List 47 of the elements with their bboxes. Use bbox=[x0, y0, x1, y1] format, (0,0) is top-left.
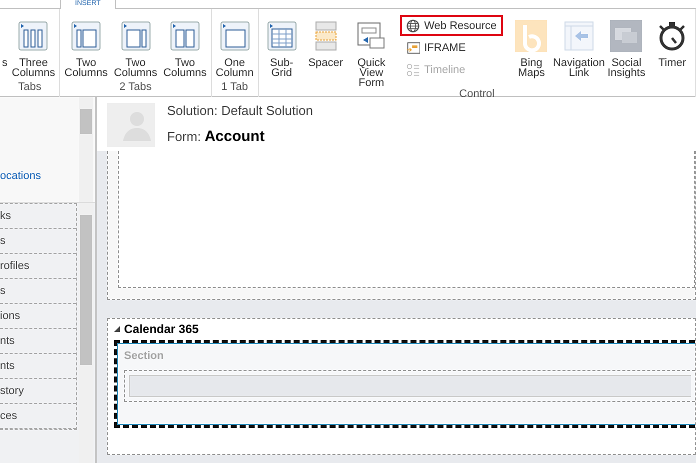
group-label: Tabs bbox=[17, 81, 42, 95]
frame-icon bbox=[406, 40, 420, 54]
ribbon-button[interactable]: Sub-Grid bbox=[260, 15, 303, 88]
navigation-link-icon bbox=[562, 20, 595, 52]
group-label: Control bbox=[458, 88, 496, 100]
ribbon-button[interactable]: Web Resource bbox=[400, 15, 503, 36]
ribbon-button[interactable]: One Column bbox=[214, 15, 256, 81]
timeline-icon bbox=[406, 62, 420, 76]
group-label: 1 Tab bbox=[220, 81, 249, 95]
chat-icon bbox=[610, 20, 642, 52]
scrollbar[interactable] bbox=[79, 97, 93, 202]
grid-icon bbox=[266, 20, 298, 52]
ribbon-button[interactable]: Bing Maps bbox=[508, 15, 554, 88]
nav-item[interactable]: nts bbox=[0, 329, 76, 354]
column-layout-icon bbox=[168, 20, 201, 52]
column-layout-icon bbox=[120, 20, 152, 52]
nav-item[interactable]: s bbox=[0, 279, 76, 304]
button-label: s bbox=[2, 56, 8, 71]
ribbon-button[interactable]: Two Columns bbox=[112, 15, 160, 81]
ribbon-button[interactable]: Three Columns bbox=[10, 15, 58, 81]
nav-item[interactable]: rofiles bbox=[0, 254, 76, 279]
ribbon-button[interactable]: Two Columns bbox=[161, 15, 209, 81]
ribbon-button[interactable]: Navigation Link bbox=[556, 15, 602, 88]
ribbon-button[interactable]: Two Columns bbox=[62, 15, 110, 81]
nav-item[interactable]: s bbox=[0, 229, 76, 254]
column-layout-icon bbox=[17, 20, 50, 52]
collapse-icon[interactable] bbox=[114, 326, 120, 332]
nav-item[interactable]: story bbox=[0, 379, 76, 404]
globe-icon bbox=[406, 18, 420, 32]
column-layout-icon bbox=[70, 20, 102, 52]
nav-link[interactable]: ocations bbox=[0, 170, 79, 182]
ribbon-button[interactable]: Quick View Form bbox=[348, 15, 394, 88]
map-logo-icon bbox=[515, 20, 548, 52]
column-layout-icon bbox=[218, 20, 251, 52]
ribbon-button[interactable]: Spacer bbox=[304, 15, 347, 88]
solution-name: Solution: Default Solution bbox=[167, 103, 313, 118]
tab-title: Calendar 365 bbox=[124, 322, 199, 336]
group-label: 2 Tabs bbox=[118, 81, 153, 95]
nav-item[interactable]: ions bbox=[0, 304, 76, 329]
ribbon-button[interactable]: Timer bbox=[651, 15, 694, 88]
form-title: Form: Account bbox=[167, 128, 266, 145]
ribbon-button[interactable]: Social Insights bbox=[604, 15, 650, 88]
nav-item[interactable]: ces bbox=[0, 404, 76, 429]
nav-item[interactable]: ks bbox=[0, 204, 76, 229]
ribbon-button[interactable]: IFRAME bbox=[400, 37, 503, 58]
nav-item[interactable]: nts bbox=[0, 354, 76, 379]
section-label: Section bbox=[124, 350, 165, 362]
